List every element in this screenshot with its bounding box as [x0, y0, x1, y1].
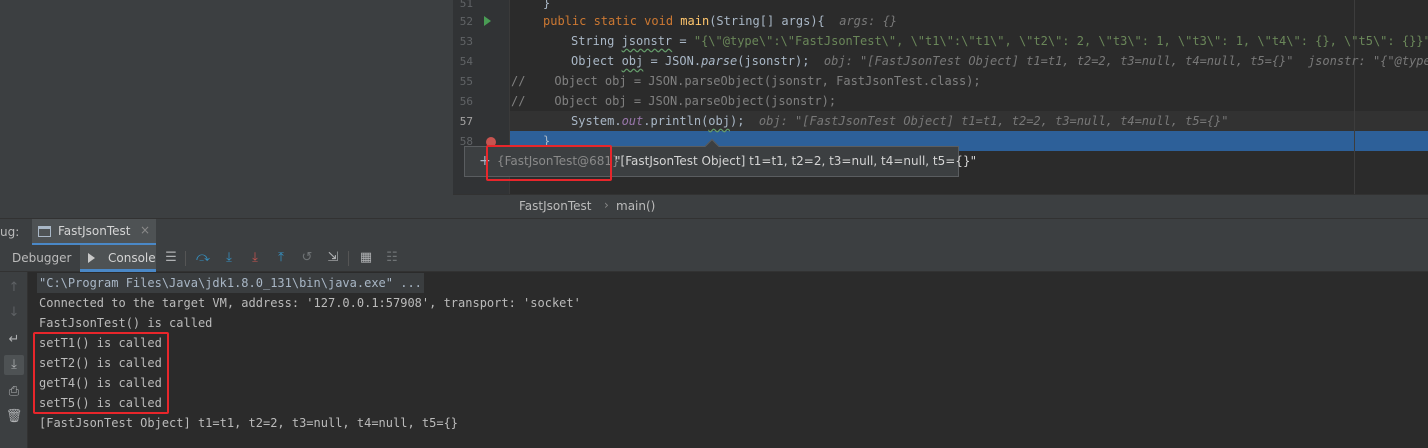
breadcrumb-method[interactable]: main(): [616, 199, 655, 213]
code-string: "{\"@type\":\"FastJsonTest\", \"t1\":\"t…: [693, 34, 1428, 48]
debug-toolbar: Debugger Console ☰ ⤼ ⤓ ⤓ ⤒ ↺ ⇲ ▦ ☷: [0, 245, 1428, 272]
code-line-52: public static void main(String[] args){ …: [543, 11, 897, 31]
run-to-cursor-icon[interactable]: ⇲: [324, 249, 342, 267]
code-comment-marker: //: [511, 94, 526, 108]
console-output[interactable]: "C:\Program Files\Java\jdk1.8.0_131\bin\…: [29, 272, 1428, 448]
menu-icon[interactable]: ☰: [162, 249, 180, 267]
object-value-label: "[FastJsonTest Object] t1=t1, t2=2, t3=n…: [615, 154, 977, 168]
code-line-54: Object obj = JSON.parse(jsonstr); obj: "…: [571, 51, 1428, 71]
code-keyword: public static void: [543, 14, 681, 28]
inline-debug-hint: obj: "[FastJsonTest Object] t1=t1, t2=2,…: [758, 114, 1229, 128]
tab-debugger[interactable]: Debugger: [0, 245, 78, 272]
soft-wrap-icon[interactable]: ↵: [4, 330, 24, 350]
code-text: (jsonstr);: [737, 54, 810, 68]
code-text: String: [571, 34, 622, 48]
session-tab-label: FastJsonTest: [58, 224, 131, 238]
inline-debug-hint: obj: "[FastJsonTest Object] t1=t1, t2=2,…: [823, 54, 1428, 68]
console-side-toolbar: ↑ ↓ ↵ ⤓ ⎙ 🗑: [0, 272, 28, 448]
code-line-57: System.out.println(obj); obj: "[FastJson…: [571, 111, 1229, 131]
toolbar-separator: [185, 251, 186, 266]
line-number: 56: [459, 95, 473, 108]
code-comment-marker: //: [511, 74, 526, 88]
project-panel: [0, 0, 453, 218]
trace-icon[interactable]: ☷: [383, 249, 401, 267]
step-over-icon[interactable]: ⤼: [194, 249, 212, 267]
run-arrow-icon[interactable]: [484, 16, 491, 26]
evaluate-expression-icon[interactable]: ▦: [357, 249, 375, 267]
tab-debugger-label: Debugger: [12, 251, 72, 265]
code-line-55: // Object obj = JSON.parseObject(jsonstr…: [511, 71, 981, 91]
code-line-53: String jsonstr = "{\"@type\":\"FastJsonT…: [571, 31, 1428, 51]
debug-window-label: ug:: [0, 225, 20, 239]
drop-frame-icon[interactable]: ↺: [298, 249, 316, 267]
code-field: out: [621, 114, 644, 128]
step-into-icon[interactable]: ⤓: [220, 249, 238, 267]
code-text: =: [672, 34, 694, 48]
debug-session-tab[interactable]: FastJsonTest ×: [32, 219, 156, 246]
print-icon[interactable]: ⎙: [4, 382, 24, 402]
code-variable: obj: [708, 114, 730, 128]
scroll-to-end-icon[interactable]: ⤓: [4, 355, 24, 375]
code-text: (String[] args){: [709, 14, 825, 28]
code-text: );: [729, 114, 745, 128]
breadcrumb: FastJsonTest › main(): [453, 194, 1428, 218]
line-number: 53: [459, 35, 473, 48]
close-icon[interactable]: ×: [140, 223, 150, 237]
code-text: Object: [571, 54, 622, 68]
trash-icon[interactable]: 🗑: [4, 407, 24, 427]
code-comment: Object obj = JSON.parseObject(jsonstr, F…: [554, 74, 981, 88]
console-line: Connected to the target VM, address: '12…: [39, 296, 581, 310]
console-line: "C:\Program Files\Java\jdk1.8.0_131\bin\…: [37, 273, 424, 293]
line-number: 55: [459, 75, 473, 88]
highlight-box-object-id: [486, 145, 612, 181]
code-text: = JSON.: [643, 54, 702, 68]
line-number: 52: [459, 15, 473, 28]
debug-tool-window-header: ug: FastJsonTest ×: [0, 218, 1428, 246]
tab-console-label: Console: [108, 251, 156, 265]
code-method-call: parse: [701, 54, 738, 68]
code-text: .println(: [643, 114, 709, 128]
console-line: [FastJsonTest Object] t1=t1, t2=2, t3=nu…: [39, 416, 459, 430]
force-step-into-icon[interactable]: ⤓: [246, 249, 264, 267]
line-number: 51: [459, 0, 473, 10]
code-text: System.: [571, 114, 622, 128]
line-number-current: 57: [459, 115, 473, 128]
up-arrow-icon[interactable]: ↑: [4, 278, 24, 298]
code-brace: }: [543, 0, 551, 10]
code-comment: Object obj = JSON.parseObject(jsonstr);: [554, 94, 837, 108]
application-window-icon: [38, 226, 51, 237]
breadcrumb-class[interactable]: FastJsonTest: [519, 199, 591, 213]
right-margin-guide: [1354, 0, 1355, 194]
console-icon: [88, 253, 95, 263]
code-line-56: // Object obj = JSON.parseObject(jsonstr…: [511, 91, 836, 111]
breadcrumb-separator: ›: [604, 198, 609, 212]
down-arrow-icon[interactable]: ↓: [4, 303, 24, 323]
line-number: 54: [459, 55, 473, 68]
tab-console[interactable]: Console: [80, 245, 156, 272]
console-line: FastJsonTest() is called: [39, 316, 213, 330]
toolbar-separator: [348, 251, 349, 266]
highlight-box-setters: [33, 332, 169, 414]
code-variable: obj: [621, 54, 644, 68]
code-variable: jsonstr: [621, 34, 673, 48]
inline-debug-hint: args: {}: [839, 14, 898, 28]
step-out-icon[interactable]: ⤒: [272, 249, 290, 267]
code-method-name: main: [680, 14, 710, 28]
